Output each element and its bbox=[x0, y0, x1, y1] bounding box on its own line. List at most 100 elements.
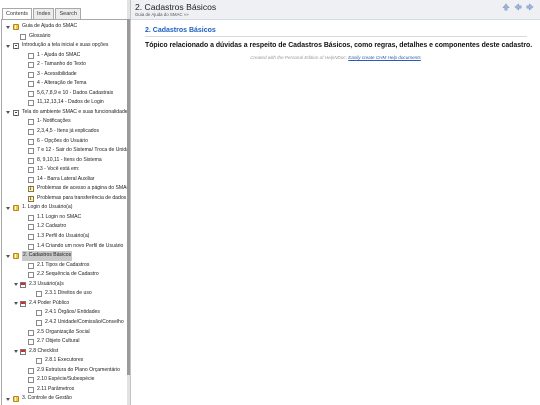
tab-search[interactable]: Search bbox=[55, 8, 81, 19]
tree-item[interactable]: 2.4 Poder Público bbox=[2, 299, 127, 309]
tree-item[interactable]: 8, 9,10,11 - Itens do Sistema bbox=[2, 156, 127, 166]
expand-toggle-icon[interactable] bbox=[6, 25, 10, 29]
tab-index[interactable]: Index bbox=[33, 8, 55, 19]
page-icon bbox=[28, 52, 34, 59]
arrow-right-icon bbox=[526, 3, 534, 11]
tree-item[interactable]: 2.1 Tipos de Cadastros bbox=[2, 261, 127, 271]
tree-item[interactable]: 1.4 Criando um novo Perfil de Usuário bbox=[2, 242, 127, 252]
tree-item-label: Glossário bbox=[29, 32, 51, 39]
page-lines-icon bbox=[13, 43, 19, 50]
page-icon bbox=[28, 138, 34, 145]
footer-link[interactable]: Easily create CHM Help documents bbox=[348, 55, 421, 60]
topic-heading: 2. Cadastros Básicos bbox=[145, 27, 216, 34]
tree-item[interactable]: 2.8.1 Executores bbox=[2, 356, 127, 366]
tree-item-label: 5,6,7,8,9 e 10 - Dados Cadastrais bbox=[37, 89, 114, 96]
page-title: 2. Cadastros Básicos bbox=[135, 2, 217, 12]
tree-item[interactable]: 13 - Você está em: bbox=[2, 165, 127, 175]
tree-item-label: 1.1 Login no SMAC bbox=[37, 213, 82, 220]
page-icon bbox=[28, 100, 34, 107]
navigation-pane: Contents Index Search Guia de Ajuda do S… bbox=[0, 0, 127, 405]
tree-item[interactable]: 2. Cadastros Básicos bbox=[2, 251, 127, 261]
tree-item-label: 2.3.1 Direitos de uso bbox=[45, 290, 92, 297]
tree-item[interactable]: 2 - Tamanho do Texto bbox=[2, 60, 127, 70]
page-icon bbox=[28, 377, 34, 384]
tree-item-label: 2. Cadastros Básicos bbox=[22, 251, 73, 261]
tree-item[interactable]: 2.5 Organização Social bbox=[2, 328, 127, 338]
tree-item[interactable]: Problemas de acesso a página do SMAC bbox=[2, 184, 127, 195]
nav-previous-button[interactable] bbox=[514, 3, 522, 11]
tab-contents[interactable]: Contents bbox=[2, 8, 33, 19]
tree-item-label: Problemas de acesso a página do SMAC bbox=[37, 185, 127, 192]
tree-item[interactable]: Tela do ambiente SMAC e suas funcionalid… bbox=[2, 108, 127, 118]
tree-item[interactable]: 11,12,13,14 - Dados de Login bbox=[2, 98, 127, 108]
tree-item[interactable]: 5,6,7,8,9 e 10 - Dados Cadastrais bbox=[2, 89, 127, 99]
topic-pane: 2. Cadastros Básicos Guia de Ajuda do SM… bbox=[131, 0, 540, 405]
tree-item[interactable]: 4 - Alteração de Tema bbox=[2, 79, 127, 89]
page-icon bbox=[28, 386, 34, 393]
tree-item[interactable]: Introdução a tela inicial e suas opções bbox=[2, 41, 127, 51]
tree-item[interactable]: 7 e 12 - Sair do Sistema/ Troca de Unida… bbox=[2, 146, 127, 156]
tree-item[interactable]: 2.7 Objeto Cultural bbox=[2, 337, 127, 347]
tree-item[interactable]: 3. Controle de Gestão bbox=[2, 394, 127, 404]
page-icon bbox=[36, 310, 42, 317]
expand-toggle-icon[interactable] bbox=[14, 302, 18, 306]
tree-item[interactable]: 2.10 Espécie/Subespécie bbox=[2, 375, 127, 385]
tree-item-label: 1- Notificações bbox=[37, 118, 71, 125]
generator-footer: Created with the Personal Edition of Hel… bbox=[131, 55, 540, 60]
expand-toggle-icon[interactable] bbox=[6, 206, 10, 210]
info-icon bbox=[28, 185, 34, 195]
tree-item-label: 4 - Alteração de Tema bbox=[37, 80, 87, 87]
tree-item[interactable]: 2.4.2 Unidade/Comissão/Conselho bbox=[2, 318, 127, 328]
expand-toggle-icon[interactable] bbox=[6, 397, 10, 401]
page-icon bbox=[28, 234, 34, 241]
page-icon bbox=[36, 291, 42, 298]
tree-item[interactable]: 6 - Opções do Usuário bbox=[2, 137, 127, 147]
tree-item[interactable]: 14 - Barra Lateral Auxiliar bbox=[2, 175, 127, 185]
tree-item-label: 13 - Você está em: bbox=[37, 166, 80, 173]
tree-item[interactable]: 2.3 Usuário(a)s bbox=[2, 280, 127, 290]
tree-item[interactable]: 2.3.1 Direitos de uso bbox=[2, 289, 127, 299]
page-icon bbox=[28, 367, 34, 374]
tree-item[interactable]: 2.11 Parâmetros bbox=[2, 385, 127, 395]
contents-tree: Guia de Ajuda do SMAC Glossário Introdução… bbox=[1, 19, 127, 405]
tree-item-label: 2.11 Parâmetros bbox=[37, 385, 75, 392]
nav-up-button[interactable] bbox=[502, 3, 510, 11]
tree-item[interactable]: 2.8 Checklist bbox=[2, 347, 127, 357]
tree-item[interactable]: 1 - Ajuda do SMAC bbox=[2, 51, 127, 61]
page-icon bbox=[36, 319, 42, 326]
expand-toggle-icon[interactable] bbox=[14, 283, 18, 287]
book-icon bbox=[13, 24, 19, 30]
tree-item[interactable]: 2.2 Sequência de Cadastro bbox=[2, 270, 127, 280]
topic-header: 2. Cadastros Básicos Guia de Ajuda do SM… bbox=[131, 0, 540, 20]
tree-item[interactable]: 1- Notificações bbox=[2, 117, 127, 127]
tree-item[interactable]: 3 - Acessibilidade bbox=[2, 70, 127, 80]
tree-item[interactable]: 1.1 Login no SMAC bbox=[2, 213, 127, 223]
expand-toggle-icon[interactable] bbox=[6, 111, 10, 115]
tree-item[interactable]: 2.4.1 Órgãos/ Entidades bbox=[2, 308, 127, 318]
tree-item[interactable]: Problemas para transferência de dados bbox=[2, 194, 127, 204]
tree-item[interactable]: 1. Login do Usuário(a) bbox=[2, 203, 127, 213]
tree-item[interactable]: Guia de Ajuda do SMAC bbox=[2, 22, 127, 32]
expand-toggle-icon[interactable] bbox=[6, 254, 10, 258]
tree-item-label: Tela do ambiente SMAC e suas funcionalid… bbox=[22, 108, 127, 115]
expand-toggle-icon[interactable] bbox=[14, 350, 18, 354]
tree-item-label: 2.4.2 Unidade/Comissão/Conselho bbox=[45, 318, 124, 325]
expand-toggle-icon[interactable] bbox=[6, 44, 10, 48]
page-icon bbox=[28, 339, 34, 346]
page-icon bbox=[28, 129, 34, 136]
breadcrumb[interactable]: Guia de Ajuda do SMAC »» bbox=[135, 12, 189, 17]
tree-item-label: 2.3 Usuário(a)s bbox=[29, 280, 64, 287]
tree-item[interactable]: 1.2 Cadastro bbox=[2, 222, 127, 232]
nav-next-button[interactable] bbox=[526, 3, 534, 11]
footer-text: Created with the Personal Edition of Hel… bbox=[250, 55, 347, 60]
info-icon bbox=[28, 195, 34, 204]
tree-item-label: 2.1 Tipos de Cadastros bbox=[37, 261, 90, 268]
tree-list: Guia de Ajuda do SMAC Glossário Introdução… bbox=[2, 22, 127, 404]
page-icon bbox=[28, 119, 34, 126]
tree-item-label: Problemas para transferência de dados bbox=[37, 194, 127, 201]
tree-item-label: 11,12,13,14 - Dados de Login bbox=[37, 99, 104, 106]
tree-item[interactable]: 1.3 Perfil do Usuário(a) bbox=[2, 232, 127, 242]
tree-item[interactable]: Glossário bbox=[2, 32, 127, 42]
tree-item[interactable]: 2.9 Estrutura do Plano Orçamentário bbox=[2, 366, 127, 376]
tree-item[interactable]: 2,3,4,5 - Itens já explicados bbox=[2, 127, 127, 137]
